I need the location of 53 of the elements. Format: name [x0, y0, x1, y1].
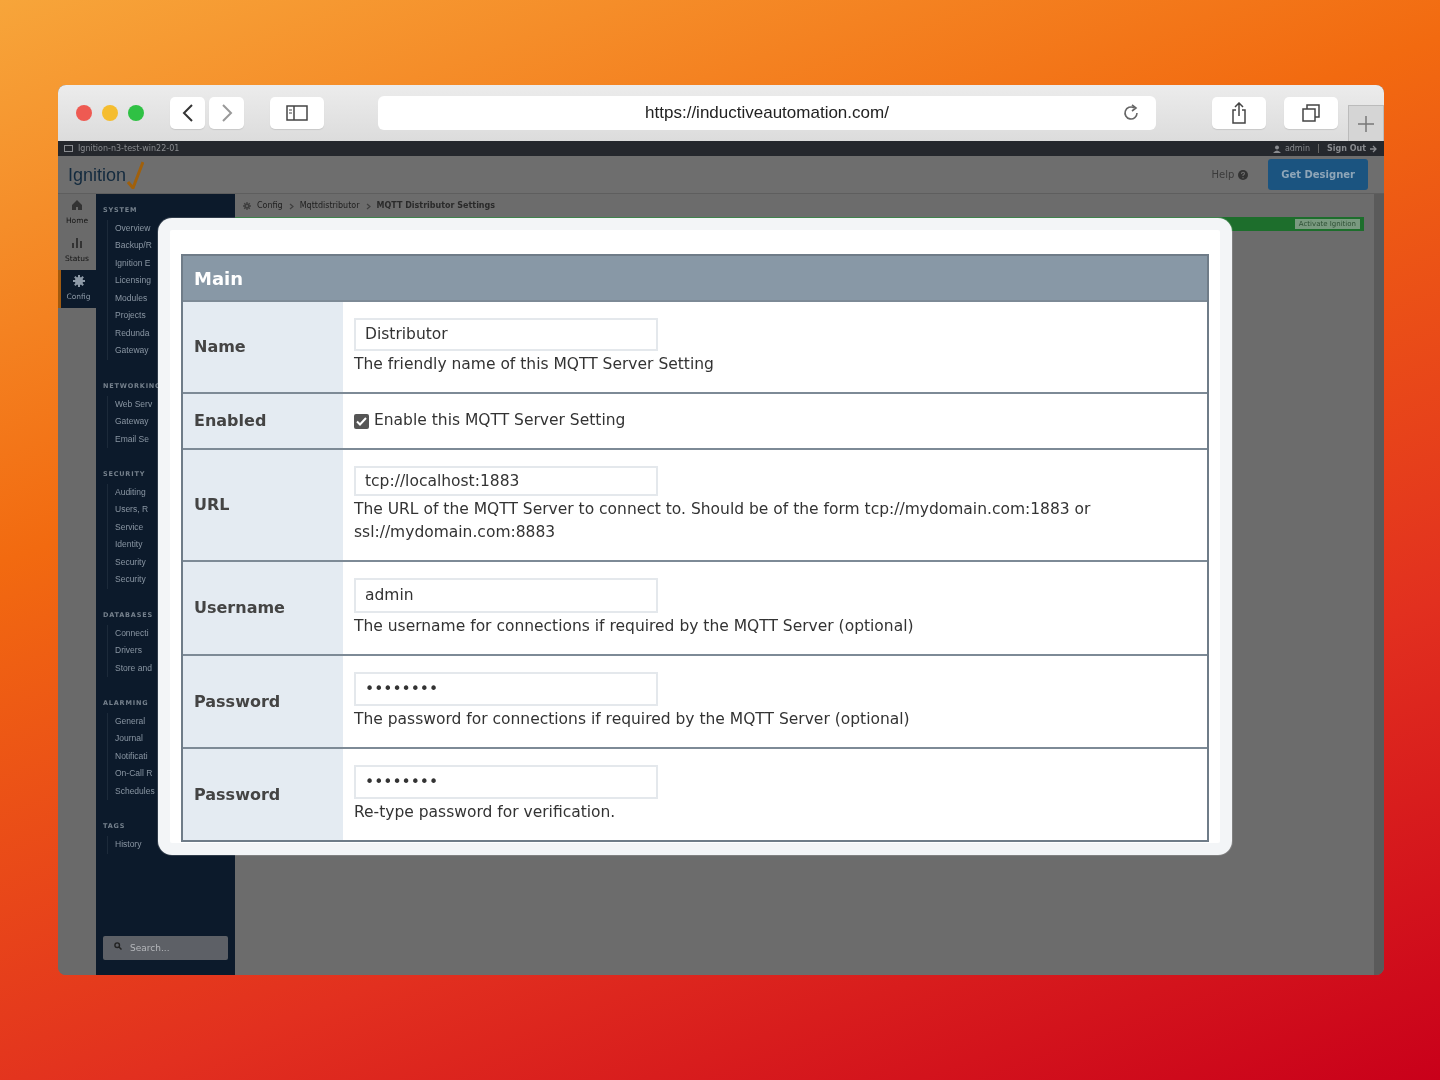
reload-icon[interactable]	[1122, 104, 1140, 122]
field-label: Username	[183, 562, 343, 654]
sidebar-icon	[286, 105, 308, 121]
share-icon	[1230, 102, 1248, 124]
back-icon	[181, 103, 194, 123]
search-field[interactable]: Search...	[103, 936, 228, 960]
arrow-icon	[1370, 144, 1378, 153]
url-text: https://inductiveautomation.com/	[645, 102, 889, 125]
plus-icon	[1357, 114, 1375, 133]
host-name: Ignition-n3-test-win22-01	[78, 142, 180, 155]
input-field[interactable]: ••••••••	[354, 765, 658, 799]
help-icon	[1238, 169, 1249, 180]
chevron-icon	[288, 202, 294, 210]
share-button[interactable]	[1212, 97, 1266, 129]
gear-icon	[243, 202, 251, 210]
user-name[interactable]: admin	[1284, 142, 1310, 155]
search-icon	[114, 942, 122, 950]
help-text: The password for connections if required by the MQTT Server (optional)	[354, 708, 911, 730]
breadcrumb-link[interactable]: Config	[257, 200, 283, 212]
forward-icon	[220, 103, 233, 123]
gear-icon	[72, 275, 85, 288]
input-field[interactable]: admin	[354, 578, 658, 613]
chevron-icon	[365, 202, 371, 210]
help-text: The username for connections if required by the MQTT Server (optional)	[354, 615, 915, 637]
tabs-button[interactable]	[1284, 97, 1338, 129]
scrollbar[interactable]	[1374, 194, 1384, 975]
field-label: Enabled	[183, 394, 343, 448]
help-text: Re-type password for verification.	[354, 801, 617, 823]
help-text: The URL of the MQTT Server to connect to. Should be of the form tcp://mydomain.com:1883 or ssl://mydomain.com:8883	[354, 498, 1092, 543]
field-label: Password	[183, 656, 343, 747]
section-header: Main	[183, 256, 1207, 300]
breadcrumb-link[interactable]: Mqttdistributor	[299, 200, 360, 212]
sidebar-button[interactable]	[270, 97, 324, 129]
bar-chart-icon	[71, 237, 83, 250]
window-icon	[64, 144, 74, 153]
address-bar[interactable]: https://inductiveautomation.com/	[378, 96, 1156, 130]
user-icon	[1272, 144, 1281, 153]
check-mark-icon	[126, 160, 145, 189]
home-icon	[71, 199, 83, 212]
tabs-icon	[1302, 104, 1320, 122]
get-designer-button[interactable]: Get Designer	[1268, 159, 1368, 190]
field-label: URL	[183, 450, 343, 560]
close-button[interactable]	[76, 105, 92, 121]
input-field[interactable]: ••••••••	[354, 672, 658, 706]
back-button[interactable]	[170, 97, 205, 129]
input-field[interactable]: Distributor	[354, 318, 658, 351]
sign-out-link[interactable]: Sign Out	[1326, 142, 1366, 155]
input-field[interactable]: tcp://localhost:1883	[354, 466, 658, 496]
help-text: The friendly name of this MQTT Server Setting	[354, 353, 715, 375]
checkbox[interactable]	[354, 413, 369, 429]
checkbox-label: Enable this MQTT Server Setting	[374, 410, 626, 432]
field-label: Password	[183, 749, 343, 840]
field-label: Name	[183, 302, 343, 392]
